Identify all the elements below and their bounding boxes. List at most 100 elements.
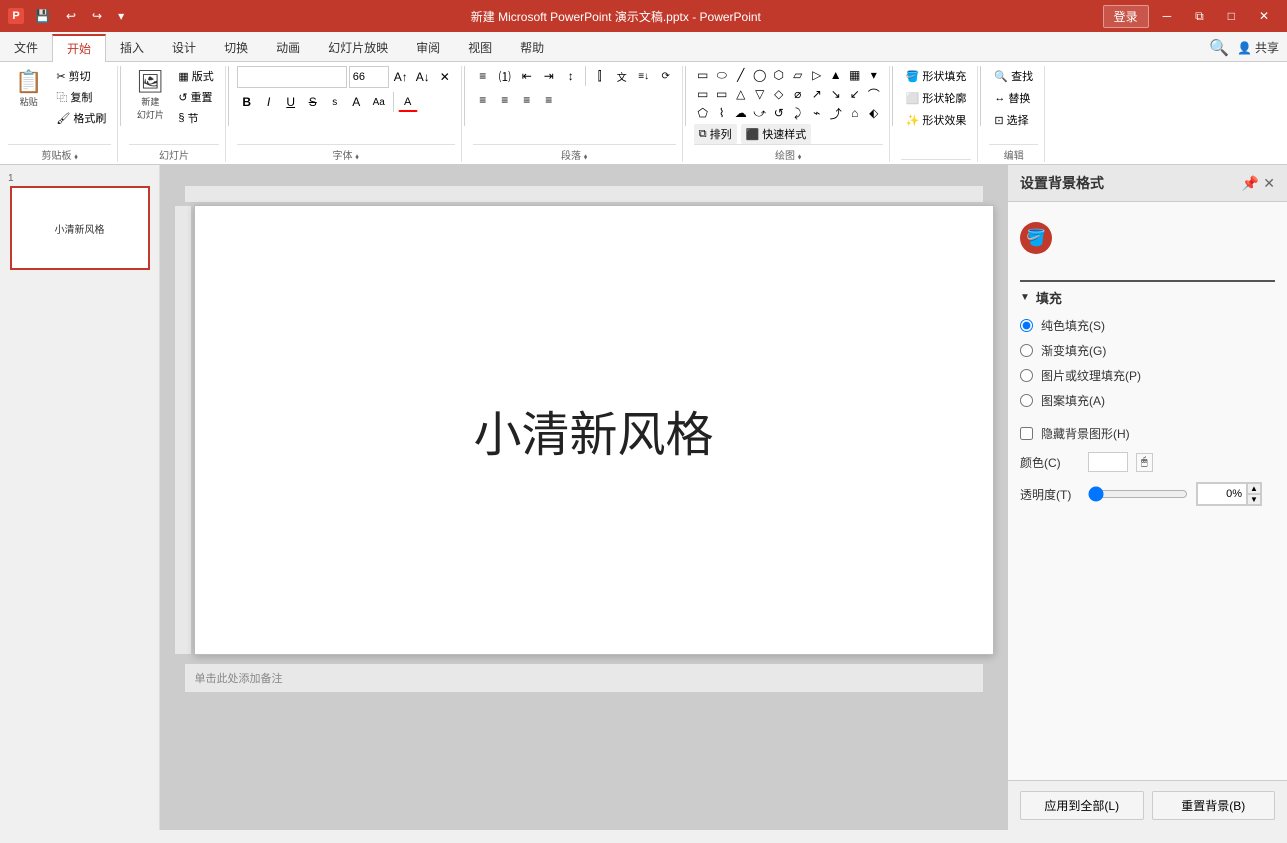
shape-item[interactable]: ▦ — [846, 66, 864, 84]
clear-format-button[interactable]: ✕ — [435, 67, 455, 87]
find-button[interactable]: 🔍 查找 — [989, 66, 1038, 86]
shape-effects-button[interactable]: ✨ 形状效果 — [901, 110, 972, 130]
share-button[interactable]: 👤 共享 — [1237, 39, 1279, 56]
numbering-button[interactable]: ⑴ — [495, 66, 515, 86]
tab-file[interactable]: 文件 — [0, 34, 52, 61]
shape-item[interactable]: ╱ — [732, 66, 750, 84]
shape-item[interactable]: ↺ — [770, 104, 788, 122]
shape-dropdown[interactable]: ▾ — [865, 66, 883, 84]
line-spacing-button[interactable]: ↕ — [561, 66, 581, 86]
slide-canvas[interactable]: 小清新风格 — [194, 205, 994, 655]
fill-solid-radio[interactable]: 纯色填充(S) — [1020, 317, 1275, 334]
replace-button[interactable]: ↔ 替换 — [989, 88, 1035, 108]
fill-picture-radio[interactable]: 图片或纹理填充(P) — [1020, 367, 1275, 384]
color-dropper-button[interactable]: 🖱 — [1136, 453, 1153, 472]
maximize-button[interactable]: □ — [1218, 5, 1245, 27]
paragraph-expand-icon[interactable]: ⬧ — [584, 152, 588, 161]
section-button[interactable]: § 节 — [173, 108, 218, 128]
shape-item[interactable]: △ — [732, 85, 750, 103]
redo-button[interactable]: ↪ — [87, 7, 107, 25]
close-button[interactable]: ✕ — [1249, 5, 1279, 27]
shadow-button[interactable]: s — [325, 92, 345, 112]
cut-button[interactable]: ✂ 剪切 — [51, 66, 111, 86]
format-painter-button[interactable]: 🖌 格式刷 — [51, 108, 111, 128]
shape-item[interactable]: ⤴ — [827, 104, 845, 122]
transparency-input[interactable] — [1197, 483, 1247, 505]
decrease-indent-button[interactable]: ⇤ — [517, 66, 537, 86]
paste-button[interactable]: 📋 粘贴 — [8, 66, 49, 113]
align-right-button[interactable]: ≡ — [517, 90, 537, 110]
tab-design[interactable]: 设计 — [158, 34, 210, 61]
shape-item[interactable]: ⌁ — [808, 104, 826, 122]
shape-item[interactable]: ↘ — [827, 85, 845, 103]
tab-insert[interactable]: 插入 — [106, 34, 158, 61]
justify-button[interactable]: ≡ — [539, 90, 559, 110]
apply-all-button[interactable]: 应用到全部(L) — [1020, 791, 1144, 820]
quick-styles-button[interactable]: ⬛ 快速样式 — [741, 124, 812, 144]
spin-down-button[interactable]: ▼ — [1247, 494, 1261, 505]
fill-pattern-radio[interactable]: 图案填充(A) — [1020, 392, 1275, 409]
shape-item[interactable]: ⬭ — [713, 66, 731, 84]
save-button[interactable]: 💾 — [30, 7, 55, 25]
minimize-button[interactable]: ─ — [1153, 5, 1182, 27]
shape-item[interactable]: ▽ — [751, 85, 769, 103]
shape-outline-button[interactable]: ⬜ 形状轮廓 — [901, 88, 972, 108]
transparency-slider[interactable] — [1088, 486, 1188, 502]
font-name-input[interactable] — [237, 66, 347, 88]
fill-gradient-radio[interactable]: 渐变填充(G) — [1020, 342, 1275, 359]
shape-item[interactable]: ▭ — [694, 66, 712, 84]
tab-animations[interactable]: 动画 — [262, 34, 314, 61]
shape-item[interactable]: ☁ — [732, 104, 750, 122]
undo-button[interactable]: ↩ — [61, 7, 81, 25]
font-size-input[interactable] — [349, 66, 389, 88]
new-slide-button[interactable]: 🖼 新建幻灯片 — [129, 66, 171, 126]
arrange-button[interactable]: ⧉ 排列 — [694, 124, 737, 144]
tab-view[interactable]: 视图 — [454, 34, 506, 61]
shape-item[interactable]: ⤸ — [789, 104, 807, 122]
increase-indent-button[interactable]: ⇥ — [539, 66, 559, 86]
clipboard-expand-icon[interactable]: ⬧ — [74, 152, 78, 161]
shape-item[interactable]: ⌂ — [846, 104, 864, 122]
shape-item[interactable]: ▷ — [808, 66, 826, 84]
text-direction-button[interactable]: 文 — [612, 66, 632, 86]
shape-item[interactable]: ⌒ — [865, 85, 883, 103]
color-box[interactable] — [1088, 452, 1128, 472]
shape-item[interactable]: ⤻ — [751, 104, 769, 122]
bullets-button[interactable]: ≡ — [473, 66, 493, 86]
reset-button[interactable]: ↺ 重置 — [173, 87, 218, 107]
restore-button[interactable]: ⧉ — [1185, 5, 1214, 28]
shape-item[interactable]: ⬖ — [865, 104, 883, 122]
shape-item[interactable]: ⌇ — [713, 104, 731, 122]
shape-item[interactable]: ⬡ — [770, 66, 788, 84]
strikethrough-button[interactable]: S — [303, 92, 323, 112]
font-expand-icon[interactable]: ⬧ — [355, 152, 359, 161]
tab-help[interactable]: 帮助 — [506, 34, 558, 61]
select-button[interactable]: ⊡ 选择 — [989, 110, 1033, 130]
shape-item[interactable]: ↗ — [808, 85, 826, 103]
shape-item[interactable]: ◯ — [751, 66, 769, 84]
shape-item[interactable]: ▲ — [827, 66, 845, 84]
slide-thumbnail[interactable]: 小清新风格 — [10, 186, 150, 270]
pin-button[interactable]: 📌 — [1242, 175, 1259, 192]
align-center-button[interactable]: ≡ — [495, 90, 515, 110]
underline-button[interactable]: U — [281, 92, 301, 112]
tab-home[interactable]: 开始 — [52, 34, 106, 62]
drawing-expand-icon[interactable]: ⬧ — [798, 152, 802, 161]
shape-item[interactable]: ⌀ — [789, 85, 807, 103]
tab-transitions[interactable]: 切换 — [210, 34, 262, 61]
hide-bg-checkbox[interactable]: 隐藏背景图形(H) — [1020, 425, 1275, 442]
layout-button[interactable]: ▦ 版式 — [173, 66, 218, 86]
tab-review[interactable]: 审阅 — [402, 34, 454, 61]
panel-close-button[interactable]: ✕ — [1263, 175, 1275, 192]
spin-up-button[interactable]: ▲ — [1247, 483, 1261, 494]
shape-item[interactable]: ▱ — [789, 66, 807, 84]
convert-smartart-button[interactable]: ⟳ — [656, 66, 676, 86]
font-size-decrease-button[interactable]: A↓ — [413, 67, 433, 87]
shape-item[interactable]: ◇ — [770, 85, 788, 103]
copy-button[interactable]: ⿻ 复制 — [51, 87, 111, 107]
shape-fill-button[interactable]: 🪣 形状填充 — [901, 66, 972, 86]
font-size-increase-button[interactable]: A↑ — [391, 67, 411, 87]
shape-item[interactable]: ↙ — [846, 85, 864, 103]
fill-expand-icon[interactable]: ▼ — [1020, 292, 1030, 303]
shape-item[interactable]: ⬠ — [694, 104, 712, 122]
